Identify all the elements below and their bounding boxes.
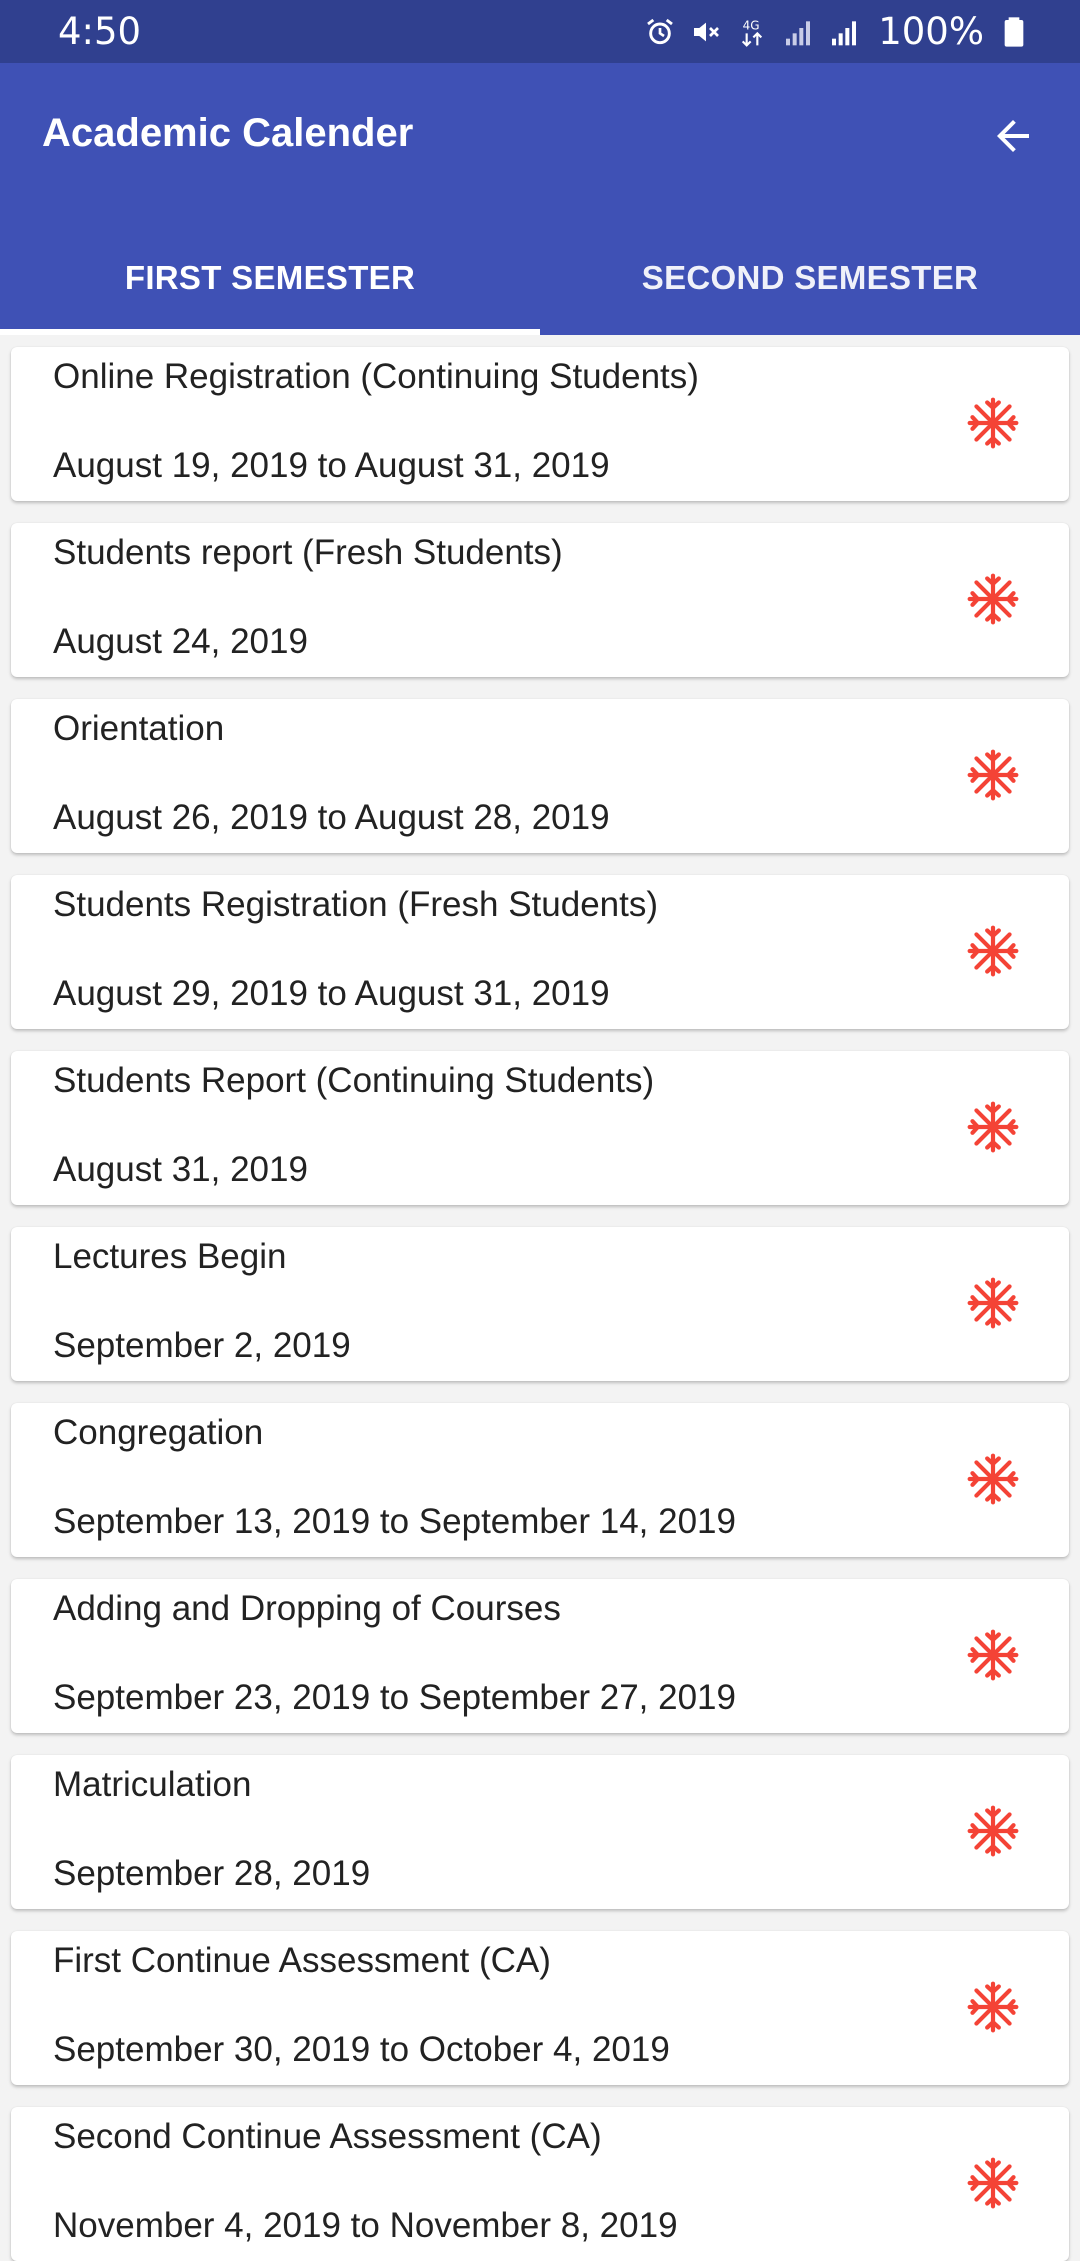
event-title: Congregation xyxy=(53,1413,264,1452)
list-item[interactable]: Online Registration (Continuing Students… xyxy=(11,347,1069,501)
event-title: Students Registration (Fresh Students) xyxy=(53,885,659,924)
list-item[interactable]: Matriculation September 28, 2019 xyxy=(11,1755,1069,1909)
list-item[interactable]: Students Report (Continuing Students) Au… xyxy=(11,1051,1069,1205)
status-bar: 4:50 4G 100% xyxy=(0,0,1080,63)
list-item[interactable]: Congregation September 13, 2019 to Septe… xyxy=(11,1403,1069,1557)
app-bar: Academic Calender FIRST SEMESTER SECOND … xyxy=(0,63,1080,335)
event-date: September 23, 2019 to September 27, 2019 xyxy=(53,1678,736,1717)
battery-level: 100% xyxy=(878,10,984,53)
battery-icon xyxy=(1004,16,1024,47)
list-item[interactable]: Adding and Dropping of Courses September… xyxy=(11,1579,1069,1733)
asterisk-icon xyxy=(967,573,1019,625)
signal-icon xyxy=(786,20,811,45)
event-date: November 4, 2019 to November 8, 2019 xyxy=(53,2206,678,2245)
event-title: Online Registration (Continuing Students… xyxy=(53,357,699,396)
asterisk-icon xyxy=(967,397,1019,449)
svg-text:4G: 4G xyxy=(743,18,760,32)
list-item[interactable]: Students report (Fresh Students) August … xyxy=(11,523,1069,677)
status-time: 4:50 xyxy=(58,10,142,53)
tab-label: SECOND SEMESTER xyxy=(641,259,979,296)
event-title: Adding and Dropping of Courses xyxy=(53,1589,561,1628)
page-title: Academic Calender xyxy=(42,111,414,155)
event-date: August 24, 2019 xyxy=(53,622,308,661)
asterisk-icon xyxy=(967,2157,1019,2209)
event-date: September 28, 2019 xyxy=(53,1854,371,1893)
signal-icon xyxy=(832,20,857,45)
semester-tabs: FIRST SEMESTER SECOND SEMESTER xyxy=(0,221,1080,335)
list-item[interactable]: First Continue Assessment (CA) September… xyxy=(11,1931,1069,2085)
asterisk-icon xyxy=(967,1629,1019,1681)
asterisk-icon xyxy=(967,1453,1019,1505)
event-date: August 31, 2019 xyxy=(53,1150,308,1189)
asterisk-icon xyxy=(967,1277,1019,1329)
event-date: August 19, 2019 to August 31, 2019 xyxy=(53,446,610,485)
asterisk-icon xyxy=(967,1101,1019,1153)
tab-label: FIRST SEMESTER xyxy=(124,259,416,296)
asterisk-icon xyxy=(967,925,1019,977)
event-title: Second Continue Assessment (CA) xyxy=(53,2117,602,2156)
tab-first-semester[interactable]: FIRST SEMESTER xyxy=(0,221,540,335)
tab-selected-indicator xyxy=(0,329,540,335)
alarm-icon xyxy=(647,18,674,44)
event-title: First Continue Assessment (CA) xyxy=(53,1941,551,1980)
event-date: September 2, 2019 xyxy=(53,1326,351,1365)
asterisk-icon xyxy=(967,1805,1019,1857)
event-date: August 26, 2019 to August 28, 2019 xyxy=(53,798,610,837)
event-date: September 13, 2019 to September 14, 2019 xyxy=(53,1502,736,1541)
list-item[interactable]: Orientation August 26, 2019 to August 28… xyxy=(11,699,1069,853)
list-item[interactable]: Second Continue Assessment (CA) November… xyxy=(11,2107,1069,2261)
event-title: Students Report (Continuing Students) xyxy=(53,1061,655,1100)
asterisk-icon xyxy=(967,749,1019,801)
event-title: Orientation xyxy=(53,709,225,748)
mute-icon xyxy=(694,22,720,41)
4g-data-icon: 4G xyxy=(742,18,763,47)
event-date: September 30, 2019 to October 4, 2019 xyxy=(53,2030,670,2069)
back-button[interactable] xyxy=(980,103,1046,169)
list-item[interactable]: Lectures Begin September 2, 2019 xyxy=(11,1227,1069,1381)
event-date: August 29, 2019 to August 31, 2019 xyxy=(53,974,610,1013)
status-icons: 4G 100% xyxy=(644,10,1030,53)
list-item[interactable]: Students Registration (Fresh Students) A… xyxy=(11,875,1069,1029)
event-title: Students report (Fresh Students) xyxy=(53,533,563,572)
tab-second-semester[interactable]: SECOND SEMESTER xyxy=(540,221,1080,335)
asterisk-icon xyxy=(967,1981,1019,2033)
arrow-back-icon xyxy=(997,120,1029,152)
event-title: Lectures Begin xyxy=(53,1237,287,1276)
event-title: Matriculation xyxy=(53,1765,252,1804)
